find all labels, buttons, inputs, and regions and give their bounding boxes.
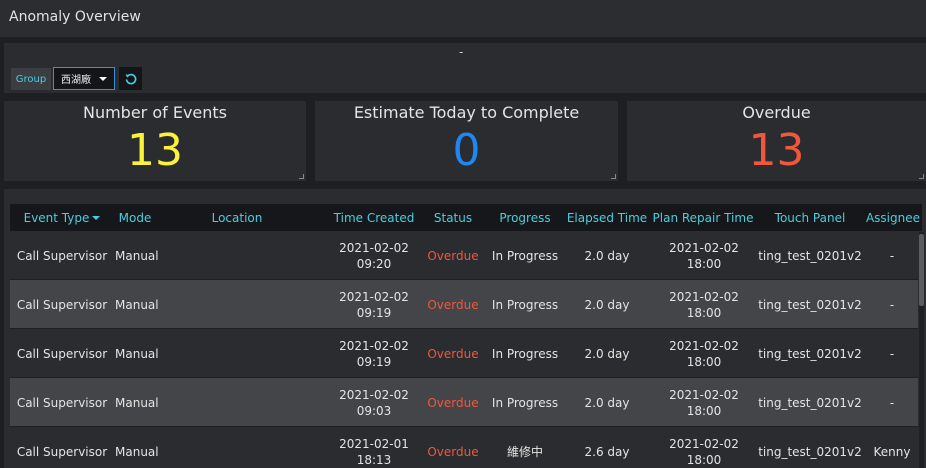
cell-event-type: Call Supervisor (16, 444, 108, 459)
cell-mode: Manual (115, 395, 159, 410)
column-header-event-type[interactable]: Event Type (10, 204, 114, 231)
cell-elapsed-time: 2.6 day (584, 444, 630, 459)
cell-progress: In Progress (491, 297, 559, 312)
cell-status: Overdue (427, 395, 479, 410)
cell-location (192, 329, 282, 378)
cell-status: Overdue (427, 248, 479, 263)
column-header-elapsed-time[interactable]: Elapsed Time (564, 204, 650, 231)
resize-handle-icon (299, 174, 304, 179)
cell-touch-panel: ting_test_0201v2 (758, 248, 862, 263)
page-title: Anomaly Overview (9, 9, 141, 25)
cell-touch-panel: ting_test_0201v2 (758, 444, 862, 459)
resize-handle-icon (919, 174, 924, 179)
cell-assignee: Kenny (873, 444, 911, 459)
card-value: 0 (452, 125, 481, 176)
cell-plan-repair-time: 2021-02-02 18:00 (669, 240, 739, 271)
cell-elapsed-time: 2.0 day (584, 248, 630, 263)
table-header: Event Type Mode Location Time Created St… (10, 204, 922, 231)
cell-time-created: 2021-02-02 09:19 (339, 338, 409, 369)
card-number-of-events: Number of Events 13 (4, 101, 306, 181)
cell-elapsed-time: 2.0 day (584, 297, 630, 312)
cell-status: Overdue (427, 346, 479, 361)
table-row[interactable]: Call Supervisor Manual 2021-02-02 09:19 … (10, 329, 918, 378)
cell-touch-panel: ting_test_0201v2 (758, 346, 862, 361)
card-label: Number of Events (82, 103, 228, 122)
refresh-button[interactable] (119, 67, 142, 90)
column-header-progress[interactable]: Progress (489, 204, 561, 231)
cell-elapsed-time: 2.0 day (584, 395, 630, 410)
cell-mode: Manual (115, 248, 159, 263)
cell-time-created: 2021-02-02 09:03 (339, 387, 409, 418)
column-header-plan-repair-time[interactable]: Plan Repair Time (652, 204, 754, 231)
cell-location (192, 231, 282, 280)
cell-assignee: - (889, 346, 895, 361)
table-row[interactable]: Call Supervisor Manual 2021-02-02 09:19 … (10, 280, 918, 329)
cell-progress: In Progress (491, 346, 559, 361)
card-estimate-today: Estimate Today to Complete 0 (315, 101, 618, 181)
column-header-time-created[interactable]: Time Created (322, 204, 426, 231)
cell-progress: 維修中 (506, 444, 543, 459)
cell-assignee: - (889, 297, 895, 312)
column-header-assignee[interactable]: Assignee (864, 204, 922, 231)
filter-dash: - (459, 45, 464, 59)
cell-time-created: 2021-02-02 09:19 (339, 289, 409, 320)
title-bar: Anomaly Overview (0, 0, 926, 37)
cell-mode: Manual (115, 346, 159, 361)
scrollbar-thumb[interactable] (919, 234, 924, 306)
cell-mode: Manual (115, 444, 159, 459)
cell-location (192, 427, 282, 468)
group-select[interactable]: 西湖廠 (53, 67, 115, 90)
cell-plan-repair-time: 2021-02-02 18:00 (669, 338, 739, 369)
card-value: 13 (127, 125, 183, 176)
table-row[interactable]: Call Supervisor Manual 2021-02-02 09:20 … (10, 231, 918, 280)
table-row[interactable]: Call Supervisor Manual 2021-02-02 09:03 … (10, 378, 918, 427)
cell-mode: Manual (115, 297, 159, 312)
cell-touch-panel: ting_test_0201v2 (758, 297, 862, 312)
table-row[interactable]: Call Supervisor Manual 2021-02-01 18:13 … (10, 427, 918, 468)
cell-plan-repair-time: 2021-02-02 18:00 (669, 387, 739, 418)
cell-plan-repair-time: 2021-02-02 18:00 (669, 289, 739, 320)
cell-event-type: Call Supervisor (16, 248, 108, 263)
card-label: Overdue (742, 103, 811, 122)
group-select-value: 西湖廠 (61, 75, 91, 86)
cell-touch-panel: ting_test_0201v2 (758, 395, 862, 410)
cell-assignee: - (889, 248, 895, 263)
cell-location (192, 280, 282, 329)
cell-status: Overdue (427, 297, 479, 312)
card-overdue: Overdue 13 (627, 101, 926, 181)
cell-event-type: Call Supervisor (16, 297, 108, 312)
column-header-mode[interactable]: Mode (114, 204, 156, 231)
column-header-location[interactable]: Location (192, 204, 282, 231)
cell-time-created: 2021-02-02 09:20 (339, 240, 409, 271)
cell-status: Overdue (427, 444, 479, 459)
cell-elapsed-time: 2.0 day (584, 346, 630, 361)
cell-plan-repair-time: 2021-02-02 18:00 (669, 436, 739, 467)
cell-assignee: - (889, 395, 895, 410)
card-label: Estimate Today to Complete (353, 103, 580, 122)
card-value: 13 (748, 125, 805, 176)
resize-handle-icon (611, 174, 616, 179)
table-scrollbar[interactable] (919, 232, 924, 468)
events-table: Event Type Mode Location Time Created St… (4, 189, 926, 468)
filter-panel: - Group 西湖廠 (4, 43, 926, 93)
cell-location (192, 378, 282, 427)
cell-event-type: Call Supervisor (16, 395, 108, 410)
sort-desc-icon (92, 215, 101, 220)
group-label: Group (11, 68, 51, 90)
cell-progress: In Progress (491, 248, 559, 263)
refresh-icon (125, 73, 136, 84)
cell-event-type: Call Supervisor (16, 346, 108, 361)
column-header-status[interactable]: Status (424, 204, 482, 231)
cell-time-created: 2021-02-01 18:13 (339, 436, 409, 467)
caret-down-icon (99, 77, 107, 81)
cell-progress: In Progress (491, 395, 559, 410)
column-header-touch-panel[interactable]: Touch Panel (762, 204, 858, 231)
